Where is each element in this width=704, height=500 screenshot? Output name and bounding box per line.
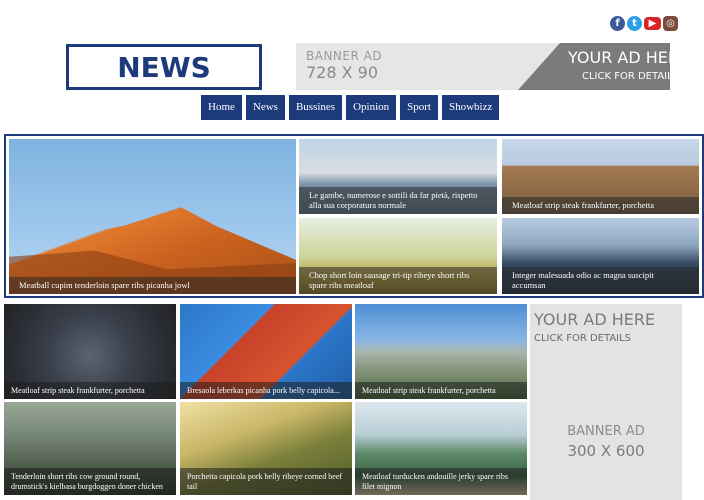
nav-news[interactable]: News	[245, 95, 285, 120]
featured-article-main[interactable]: Meatball cupim tenderloin spare ribs pic…	[9, 139, 296, 294]
featured-article[interactable]: Integer malesuada odio ac magna suscipit…	[502, 218, 699, 294]
banner-cta-subtitle: CLICK FOR DETAILS	[582, 71, 670, 82]
article-card[interactable]: Porchetta capicola pork belly ribeye cor…	[180, 402, 352, 495]
featured-caption: Integer malesuada odio ac magna suscipit…	[502, 267, 699, 294]
article-caption: Meatloaf turducken andouille jerky spare…	[355, 468, 527, 495]
main-nav: Home News Bussines Opinion Sport Showbiz…	[201, 95, 500, 120]
featured-article[interactable]: Chop short loin sausage tri-tip ribeye s…	[299, 218, 497, 294]
banner-cta-panel[interactable]: YOUR AD HERE CLICK FOR DETAILS	[518, 43, 670, 90]
featured-article[interactable]: Le gambe, numerose e sottili da far piet…	[299, 139, 497, 214]
logo-text: NEWS	[117, 50, 211, 84]
nav-opinion[interactable]: Opinion	[346, 95, 397, 120]
featured-caption: Le gambe, numerose e sottili da far piet…	[299, 187, 497, 214]
article-card[interactable]: Bresaola leberkas picanha pork belly cap…	[180, 304, 352, 399]
top-banner-ad[interactable]: BANNER AD 728 X 90 YOUR AD HERE CLICK FO…	[296, 43, 670, 90]
article-caption: Porchetta capicola pork belly ribeye cor…	[180, 468, 352, 495]
nav-bussines[interactable]: Bussines	[288, 95, 343, 120]
featured-caption: Meatloaf strip steak frankfurter, porche…	[502, 197, 699, 214]
featured-caption: Chop short loin sausage tri-tip ribeye s…	[299, 267, 497, 294]
twitter-icon[interactable]: t	[627, 16, 642, 31]
article-caption: Bresaola leberkas picanha pork belly cap…	[180, 381, 352, 399]
youtube-icon[interactable]: ▶	[644, 17, 661, 30]
side-ad-label: BANNER AD	[567, 424, 645, 439]
article-caption: Meatloaf strip steak frankfurter, porche…	[4, 381, 176, 399]
nav-showbizz[interactable]: Showbizz	[441, 95, 500, 120]
banner-ad-label: BANNER AD	[306, 49, 383, 63]
side-banner-ad[interactable]: YOUR AD HERE CLICK FOR DETAILS BANNER AD…	[530, 304, 682, 500]
featured-article[interactable]: Meatloaf strip steak frankfurter, porche…	[502, 139, 699, 214]
article-card[interactable]: Tenderloin short ribs cow ground round, …	[4, 402, 176, 495]
article-caption: Meatloaf strip steak frankfurter, porche…	[355, 381, 527, 399]
side-ad-size: 300 X 600	[567, 442, 645, 460]
nav-sport[interactable]: Sport	[400, 95, 438, 120]
banner-ad-size: 728 X 90	[306, 63, 379, 82]
facebook-icon[interactable]: f	[610, 16, 625, 31]
article-card[interactable]: Meatloaf strip steak frankfurter, porche…	[4, 304, 176, 399]
social-links: f t ▶ ◎	[610, 16, 678, 31]
site-logo[interactable]: NEWS	[66, 44, 262, 90]
article-card[interactable]: Meatloaf strip steak frankfurter, porche…	[355, 304, 527, 399]
instagram-icon[interactable]: ◎	[663, 16, 678, 31]
banner-cta-title: YOUR AD HERE	[568, 48, 670, 67]
nav-home[interactable]: Home	[201, 95, 242, 120]
side-ad-subtitle: CLICK FOR DETAILS	[534, 333, 632, 344]
article-card[interactable]: Meatloaf turducken andouille jerky spare…	[355, 402, 527, 495]
featured-grid: Meatball cupim tenderloin spare ribs pic…	[4, 134, 704, 298]
side-ad-title: YOUR AD HERE	[534, 310, 656, 329]
featured-caption: Meatball cupim tenderloin spare ribs pic…	[9, 277, 296, 294]
article-caption: Tenderloin short ribs cow ground round, …	[4, 468, 176, 495]
